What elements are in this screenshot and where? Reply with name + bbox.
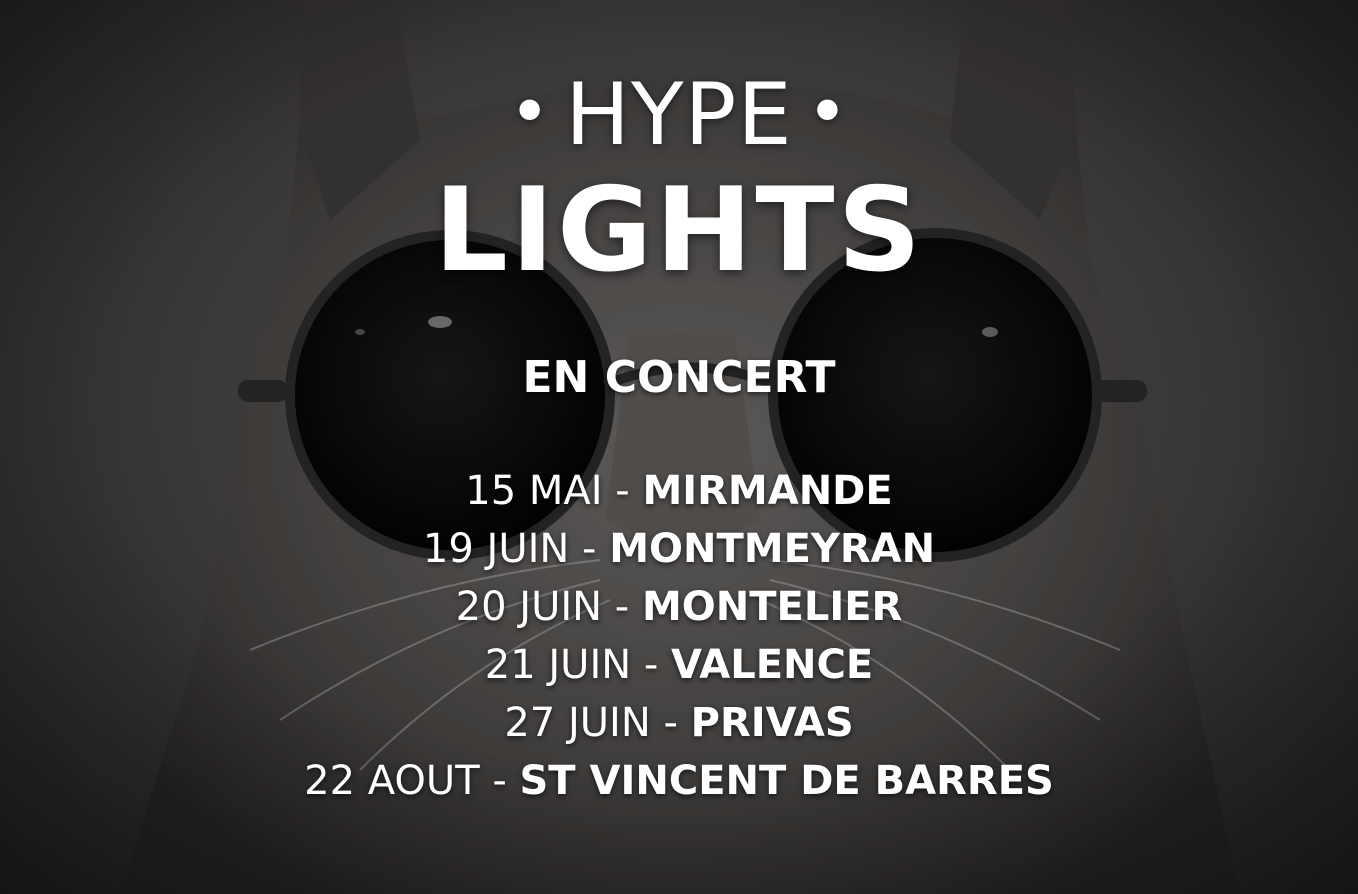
tour-city: MONTMEYRAN xyxy=(609,526,936,572)
concert-poster: • HYPE • LIGHTS EN CONCERT 15 MAI - MIRMAN… xyxy=(0,0,1358,894)
tour-date-row: 15 MAI - MIRMANDE xyxy=(0,462,1358,520)
bullet-right: • xyxy=(806,71,849,153)
tour-date: 21 JUIN - xyxy=(484,642,672,688)
tour-city: MONTELIER xyxy=(641,584,903,630)
tour-date: 22 AOUT - xyxy=(304,758,520,804)
tour-date: 19 JUIN - xyxy=(422,526,610,572)
title-hype: HYPE xyxy=(565,65,793,165)
tour-date-row: 19 JUIN - MONTMEYRAN xyxy=(0,520,1358,578)
bullet-left: • xyxy=(509,71,552,153)
tour-city: ST VINCENT DE BARRES xyxy=(519,758,1054,804)
poster-text: • HYPE • LIGHTS EN CONCERT 15 MAI - MIRMAN… xyxy=(0,0,1358,894)
tour-date: 27 JUIN - xyxy=(504,700,691,746)
tour-city: MIRMANDE xyxy=(642,468,893,514)
tour-date-row: 21 JUIN - VALENCE xyxy=(0,636,1358,694)
title-lights: LIGHTS xyxy=(433,163,925,298)
tour-date-row: 22 AOUT - ST VINCENT DE BARRES xyxy=(0,752,1358,810)
tour-date: 15 MAI - xyxy=(465,468,643,514)
title-top-line: • HYPE • xyxy=(0,62,1358,165)
tour-city: VALENCE xyxy=(671,642,874,688)
tour-dates-list: 15 MAI - MIRMANDE 19 JUIN - MONTMEYRAN 2… xyxy=(0,462,1358,810)
en-concert-subtitle: EN CONCERT xyxy=(522,352,836,403)
tour-city: PRIVAS xyxy=(690,700,854,746)
tour-date-row: 20 JUIN - MONTELIER xyxy=(0,578,1358,636)
tour-date-row: 27 JUIN - PRIVAS xyxy=(0,694,1358,752)
tour-date: 20 JUIN - xyxy=(455,584,642,630)
